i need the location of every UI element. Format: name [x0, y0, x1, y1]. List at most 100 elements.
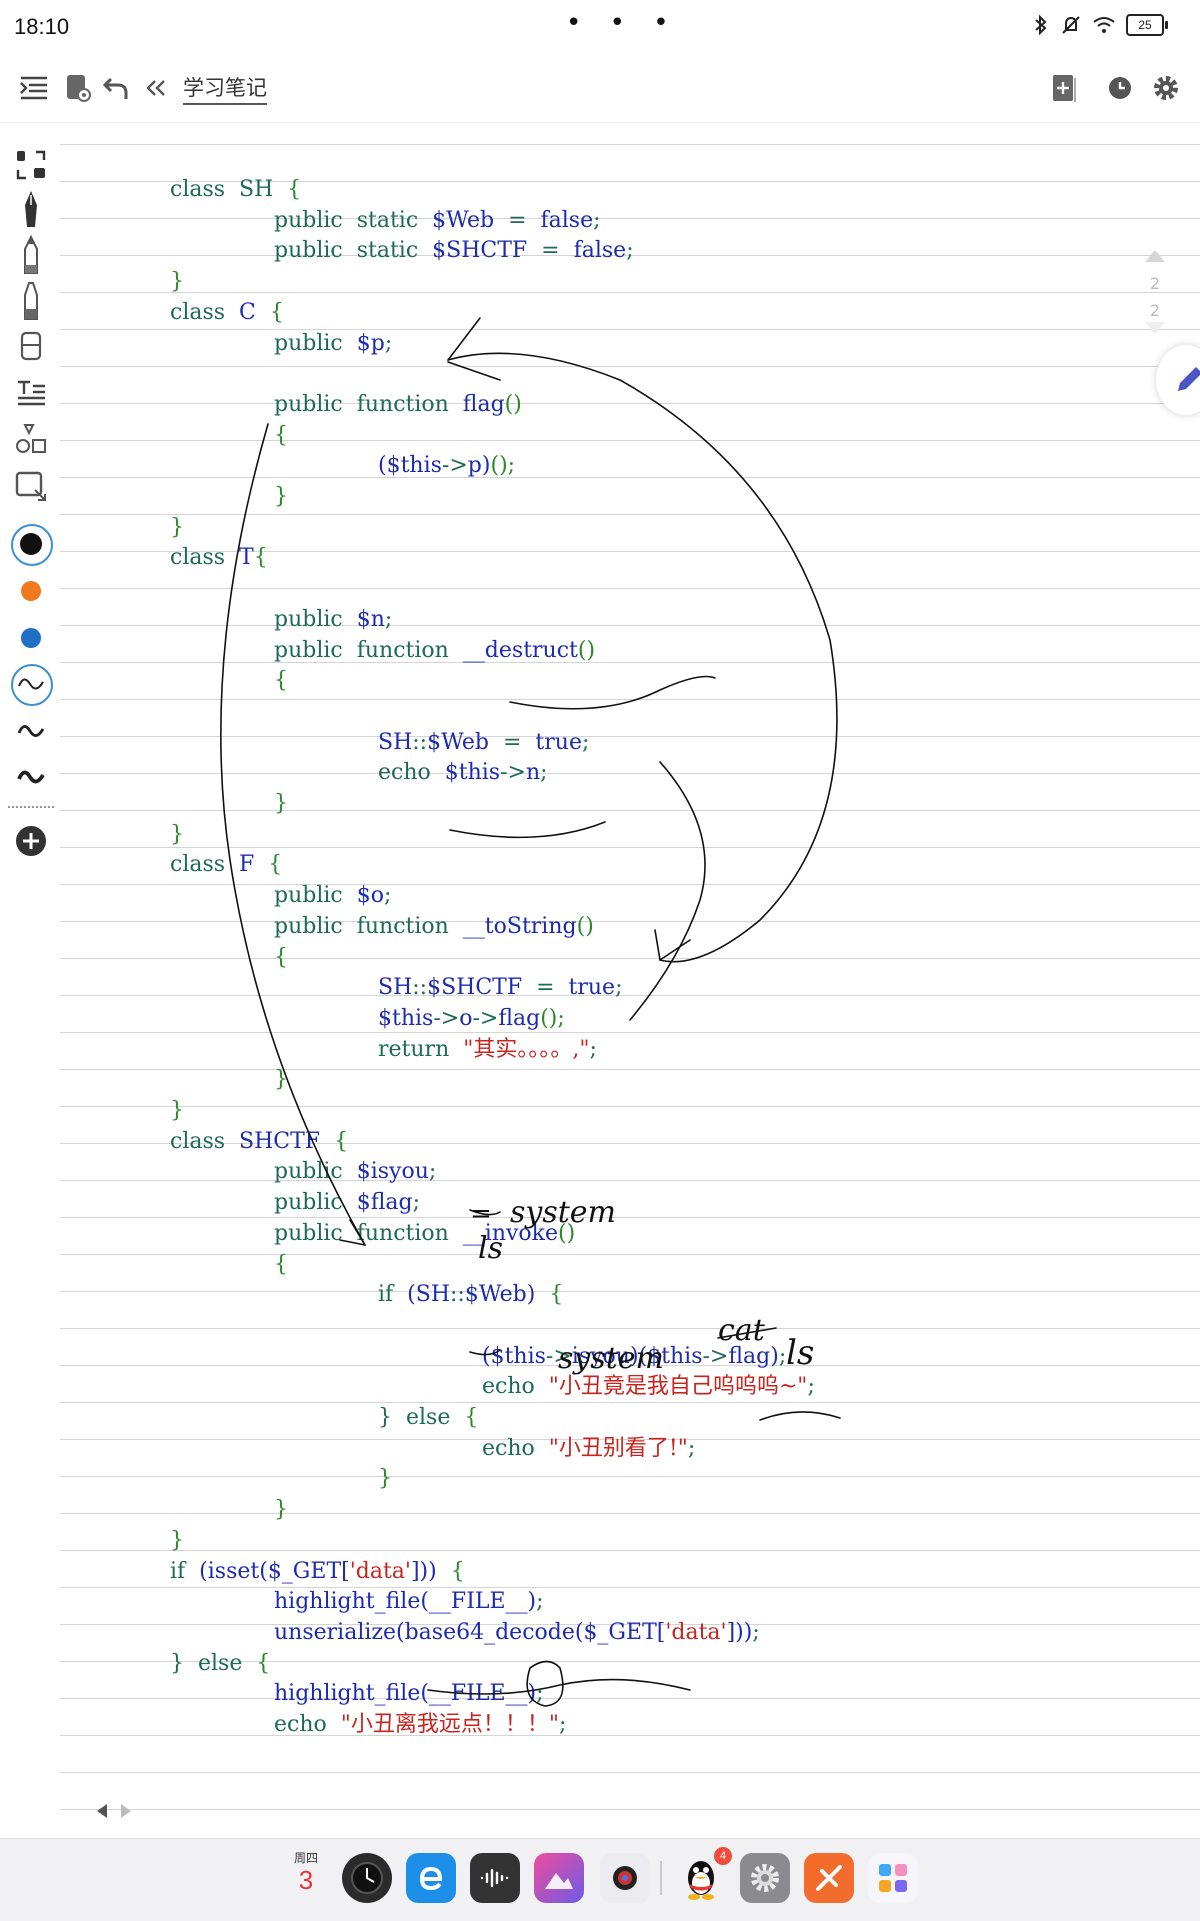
code-line: } [170, 268, 184, 296]
fountain-pen-tool[interactable] [10, 188, 52, 230]
stroke-thick[interactable] [10, 756, 52, 798]
dock-app-library[interactable] [868, 1853, 918, 1903]
code-token: () [558, 1220, 576, 1246]
code-token: "小丑离我远点！！！" [340, 1712, 559, 1737]
code-token: __invoke [462, 1220, 559, 1246]
code-token: ; [540, 760, 548, 786]
code-line: if (isset($_GET['data'])) { [170, 1558, 465, 1586]
stroke-medium[interactable] [10, 710, 52, 752]
dock-browser[interactable] [406, 1853, 456, 1903]
code-token: n [525, 760, 541, 786]
shapes-tool[interactable] [10, 418, 52, 460]
code-token: ; [559, 1712, 567, 1737]
code-line: echo "小丑竟是我自己呜呜呜~"; [482, 1373, 815, 1401]
code-token: public [274, 1190, 357, 1216]
color-blue[interactable] [10, 617, 52, 659]
pencil-tool[interactable] [10, 234, 52, 276]
settings-button[interactable] [1146, 68, 1186, 108]
pen-icon [1178, 367, 1200, 391]
code-token: { [464, 1405, 479, 1430]
add-page-button[interactable] [1044, 68, 1084, 108]
eraser-tool[interactable] [10, 326, 52, 368]
code-token: ; [752, 1619, 760, 1645]
stroke-thin-icon [18, 678, 44, 690]
code-line: $this->o->flag(); [378, 1005, 565, 1033]
image-tool[interactable] [10, 466, 52, 508]
text-tool[interactable] [10, 372, 52, 414]
code-token: { [255, 299, 284, 325]
code-token: { [287, 177, 302, 202]
code-token: highlight_file(__FILE__) [274, 1681, 537, 1707]
sidebar-separator [8, 806, 54, 808]
code-token: unserialize(base64_decode($_GET[ [274, 1619, 666, 1645]
code-token: public [274, 883, 357, 909]
dock-settings[interactable] [740, 1853, 790, 1903]
color-black[interactable] [10, 523, 52, 565]
page-up-icon[interactable] [1143, 248, 1167, 264]
gear-icon [1154, 76, 1178, 100]
settings-gear-icon [751, 1864, 779, 1892]
code-token: () [576, 913, 594, 939]
code-token: "小丑竟是我自己呜呜呜~" [548, 1374, 808, 1400]
highlighter-tool[interactable] [10, 280, 52, 322]
outline-button[interactable] [14, 68, 54, 108]
dock-camera[interactable] [600, 1853, 650, 1903]
code-token: 'data' [349, 1558, 411, 1584]
page-down-icon[interactable] [1143, 320, 1167, 336]
code-token: ($this [378, 453, 442, 479]
code-token: (isset($_GET[ [199, 1558, 350, 1584]
dock-clock[interactable] [342, 1853, 392, 1903]
code-line: public $o; [274, 882, 391, 910]
code-token: } [274, 791, 288, 816]
code-token: } else [378, 1405, 465, 1430]
undo-button[interactable] [96, 68, 136, 108]
code-token: $SHCTF [432, 238, 528, 264]
code-token: $this [444, 760, 501, 786]
bell-muted-icon [1062, 16, 1080, 34]
prev-page-icon[interactable] [95, 1802, 109, 1820]
code-line: } [378, 1465, 392, 1493]
dock-gallery[interactable] [534, 1853, 584, 1903]
battery-icon: 25 [1126, 14, 1168, 36]
code-token: echo [482, 1435, 549, 1461]
code-token: $SHCTF [427, 975, 523, 1001]
code-line: } else { [378, 1404, 478, 1432]
status-dots[interactable]: • • • [566, 8, 679, 38]
ruled-line [60, 1809, 1200, 1810]
code-token: () [504, 391, 522, 417]
code-token: __destruct [462, 637, 578, 663]
code-token: ; [536, 1681, 544, 1707]
dock-wps[interactable] [804, 1853, 854, 1903]
code-line: public $flag; [274, 1189, 420, 1217]
code-token: $Web) [464, 1282, 536, 1308]
code-token: -> [702, 1343, 729, 1369]
page-nav [86, 1796, 142, 1826]
history-button[interactable] [1100, 68, 1140, 108]
code-token: return [378, 1036, 464, 1062]
code-line: { [274, 944, 288, 972]
notebook-title[interactable]: 学习笔记 [183, 72, 267, 105]
code-line: SH::$SHCTF = true; [378, 974, 623, 1002]
code-token: ; [593, 207, 601, 233]
next-page-icon[interactable] [119, 1802, 133, 1820]
code-line: { [274, 422, 288, 450]
lasso-tool[interactable] [10, 144, 52, 186]
code-token: SH [378, 975, 413, 1001]
code-token: -> [433, 1005, 460, 1031]
image-icon [15, 471, 46, 501]
dock-recorder[interactable] [470, 1853, 520, 1903]
add-tool-button[interactable] [10, 820, 52, 862]
stroke-thick-icon [17, 770, 45, 784]
color-orange[interactable] [10, 570, 52, 612]
code-token: highlight_file(__FILE__) [274, 1589, 537, 1615]
dock-qq[interactable]: 4 [676, 1847, 732, 1903]
code-line: } [170, 1527, 184, 1555]
wps-icon [816, 1865, 842, 1891]
notebook-button[interactable] [58, 68, 98, 108]
stroke-thin[interactable] [10, 663, 52, 705]
code-line: } [170, 514, 184, 542]
dock-calendar[interactable]: 周四 3 [286, 1849, 326, 1894]
code-token: (); [490, 453, 516, 479]
collapse-button[interactable] [136, 68, 176, 108]
shapes-icon [16, 424, 46, 453]
